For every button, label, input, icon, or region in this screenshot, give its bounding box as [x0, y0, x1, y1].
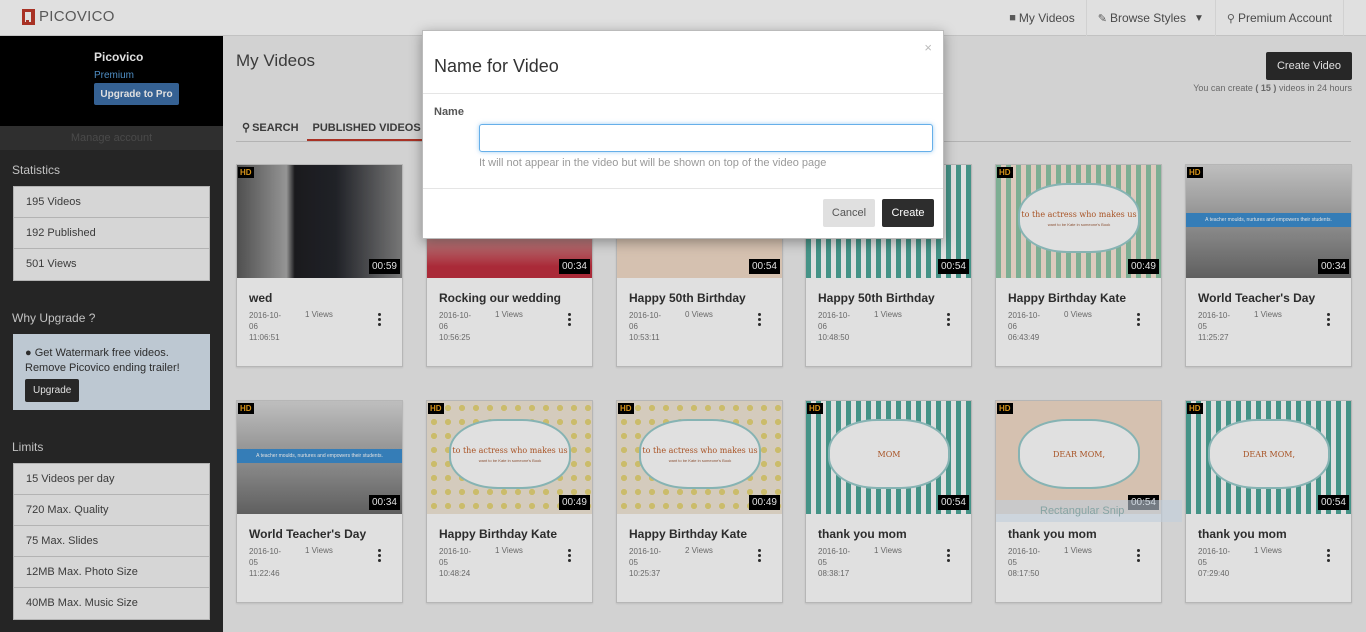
- name-field-label: Name: [434, 106, 464, 118]
- dialog-footer: Cancel Create: [423, 189, 943, 239]
- name-video-dialog: Name for Video × Name It will not appear…: [422, 30, 944, 239]
- create-button[interactable]: Create: [882, 199, 934, 227]
- close-icon[interactable]: ×: [924, 40, 932, 55]
- name-help-text: It will not appear in the video but will…: [479, 157, 827, 169]
- cancel-button[interactable]: Cancel: [823, 199, 875, 227]
- video-name-input[interactable]: [479, 124, 933, 152]
- dialog-title: Name for Video: [434, 56, 559, 76]
- dialog-body: Name It will not appear in the video but…: [423, 94, 943, 189]
- dialog-header: Name for Video ×: [423, 31, 943, 94]
